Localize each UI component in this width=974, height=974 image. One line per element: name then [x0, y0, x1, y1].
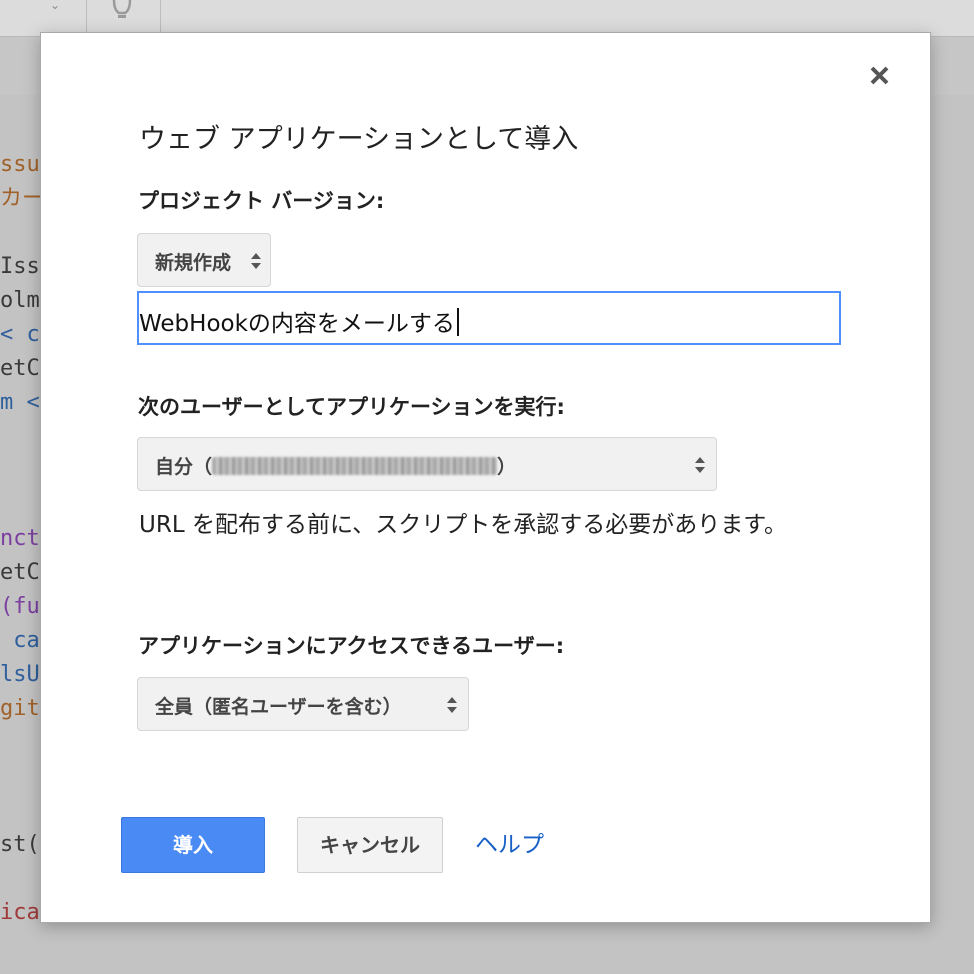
lightbulb-icon[interactable]: [108, 0, 136, 26]
version-description-value: WebHookの内容をメールする: [139, 311, 455, 337]
execute-as-suffix: ）: [497, 456, 517, 478]
execute-as-select[interactable]: 自分（ ）: [137, 437, 717, 491]
code-line: ica: [0, 900, 40, 925]
deploy-button[interactable]: 導入: [121, 817, 265, 873]
access-value: 全員（匿名ユーザーを含む）: [155, 696, 402, 718]
toolbar-divider: [160, 0, 161, 36]
select-arrows-icon: [447, 697, 457, 713]
project-version-value: 新規作成: [155, 252, 232, 274]
code-line: m <: [0, 390, 40, 415]
chevron-down-icon[interactable]: ⌄: [50, 0, 60, 11]
version-description-input[interactable]: WebHookの内容をメールする: [137, 291, 841, 345]
text-caret: [456, 308, 459, 336]
project-version-select[interactable]: 新規作成: [137, 233, 271, 287]
cancel-button[interactable]: キャンセル: [297, 817, 443, 873]
access-label: アプリケーションにアクセスできるユーザー:: [138, 634, 565, 658]
select-arrows-icon: [251, 253, 261, 269]
toolbar-divider: [86, 0, 87, 36]
code-line: (fu: [0, 594, 40, 619]
code-line: nct: [0, 526, 40, 551]
authorization-notice: URL を配布する前に、スクリプトを承認する必要があります。: [139, 512, 787, 538]
code-line: etC: [0, 356, 40, 381]
code-line: < c: [0, 322, 40, 347]
code-line: Iss: [0, 254, 40, 279]
code-line: st(: [0, 832, 40, 857]
code-line: ca: [0, 628, 40, 653]
code-line: etC: [0, 560, 40, 585]
deploy-web-app-dialog: ウェブ アプリケーションとして導入 プロジェクト バージョン: 新規作成 Web…: [40, 32, 931, 923]
code-line: ssu: [0, 152, 40, 177]
code-line: lsU: [0, 662, 40, 687]
select-arrows-icon: [695, 457, 705, 473]
code-line: カー: [0, 186, 45, 211]
execute-as-prefix: 自分（: [155, 456, 213, 478]
access-select[interactable]: 全員（匿名ユーザーを含む）: [137, 677, 469, 731]
project-version-label: プロジェクト バージョン:: [138, 189, 385, 213]
dialog-title: ウェブ アプリケーションとして導入: [139, 124, 579, 155]
code-line: git: [0, 696, 40, 721]
execute-as-label: 次のユーザーとしてアプリケーションを実行:: [138, 395, 565, 419]
redacted-email: [212, 457, 498, 475]
close-icon[interactable]: [867, 63, 897, 93]
editor-toolbar: ⌄: [0, 0, 974, 36]
code-line: olm: [0, 288, 40, 313]
help-link[interactable]: ヘルプ: [475, 825, 544, 859]
